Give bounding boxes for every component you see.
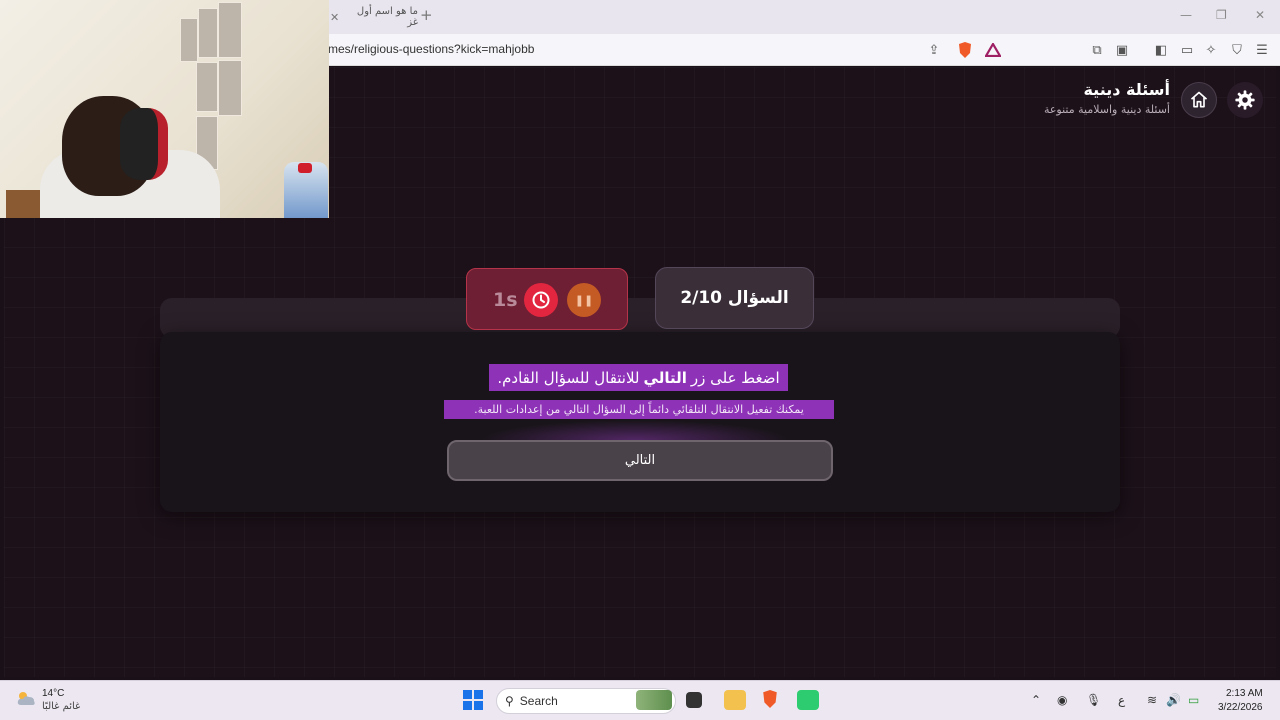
kick-app-icon[interactable] — [797, 690, 819, 710]
wall-photo — [196, 62, 218, 112]
pause-button[interactable]: ❚❚ — [567, 283, 601, 317]
restore-icon[interactable]: ❐ — [1216, 8, 1227, 22]
windows-start-icon[interactable] — [463, 690, 483, 710]
clock-icon — [524, 283, 558, 317]
question-counter: السؤال 2/10 — [655, 267, 814, 329]
microphone-icon[interactable]: 🎙 — [1086, 693, 1101, 707]
close-window-icon[interactable]: ✕ — [1255, 8, 1265, 22]
app-icon[interactable] — [686, 692, 702, 708]
leo-ai-icon[interactable]: ✧ — [1203, 42, 1219, 58]
weather-temp: 14°C — [42, 688, 65, 699]
home-icon — [1190, 91, 1208, 108]
brave-shields-icon[interactable] — [957, 42, 973, 58]
vpn-icon[interactable]: ⛉ — [1229, 42, 1245, 58]
wallet-icon[interactable]: ▭ — [1179, 42, 1195, 58]
tab-title: ما هو اسم أول غز — [356, 6, 418, 28]
wall-photo — [180, 18, 198, 62]
browser-tab[interactable]: ما هو اسم أول غز ✕ — [330, 6, 418, 28]
file-explorer-icon[interactable] — [724, 690, 746, 710]
webcam-overlay — [0, 0, 329, 218]
widget-icon[interactable] — [636, 690, 672, 710]
settings-button[interactable] — [1227, 82, 1263, 118]
instruction-before: اضغط على زر — [690, 368, 780, 387]
home-button[interactable] — [1181, 82, 1217, 118]
weather-desc: غائم غالبًا — [42, 701, 81, 712]
input-language[interactable]: ع — [1118, 693, 1125, 707]
sidebar-icon[interactable]: ◧ — [1153, 42, 1169, 58]
brave-rewards-icon[interactable] — [985, 42, 1001, 58]
close-icon[interactable]: ✕ — [330, 11, 339, 24]
clock-date[interactable]: 3/22/2026 — [1218, 702, 1263, 713]
minimize-icon[interactable]: — — [1180, 8, 1192, 22]
search-label: Search — [519, 694, 558, 708]
gear-icon — [1235, 90, 1255, 110]
next-button[interactable]: التالي — [447, 440, 833, 481]
page-title: أسئلة دينية — [1083, 80, 1170, 99]
extensions-icon[interactable]: ⧉ — [1089, 42, 1105, 58]
bottle-cap — [298, 163, 312, 173]
search-icon: ⚲ — [505, 694, 514, 708]
instruction-after: للانتقال للسؤال القادم. — [497, 368, 640, 387]
wall-photo — [218, 60, 242, 116]
chevron-up-icon[interactable]: ⌃ — [1031, 693, 1041, 707]
cloudy-weather-icon[interactable] — [15, 689, 37, 707]
brave-browser-icon[interactable] — [762, 690, 778, 710]
wall-photo — [218, 2, 242, 58]
volume-icon[interactable]: 🔊 — [1166, 693, 1181, 707]
auto-advance-hint: يمكنك تفعيل الانتقال التلقائي دائماً إلى… — [444, 400, 834, 419]
wall-photo — [198, 8, 218, 58]
new-tab-button[interactable]: + — [420, 6, 433, 24]
timer-value: 1s — [493, 289, 518, 311]
instruction-bold: التالي — [643, 368, 687, 387]
camera-icon[interactable]: ◉ — [1057, 693, 1067, 707]
headphones — [120, 108, 168, 180]
reader-icon[interactable]: ▣ — [1114, 42, 1130, 58]
next-instruction: اضغط على زر التالي للانتقال للسؤال القاد… — [489, 364, 788, 391]
battery-icon[interactable]: ▭ — [1188, 693, 1199, 707]
share-icon[interactable]: ⇪ — [926, 42, 942, 58]
menu-icon[interactable]: ☰ — [1254, 42, 1270, 58]
wifi-icon[interactable]: ≋ — [1147, 693, 1157, 707]
url-text[interactable]: mes/religious-questions?kick=mahjobb — [328, 42, 534, 56]
timer-panel: 1s ❚❚ — [466, 268, 628, 330]
clock-time[interactable]: 2:13 AM — [1226, 688, 1263, 699]
pause-icon: ❚❚ — [574, 293, 594, 307]
page-subtitle: أسئلة دينية واسلامية متنوعة — [1043, 103, 1170, 116]
